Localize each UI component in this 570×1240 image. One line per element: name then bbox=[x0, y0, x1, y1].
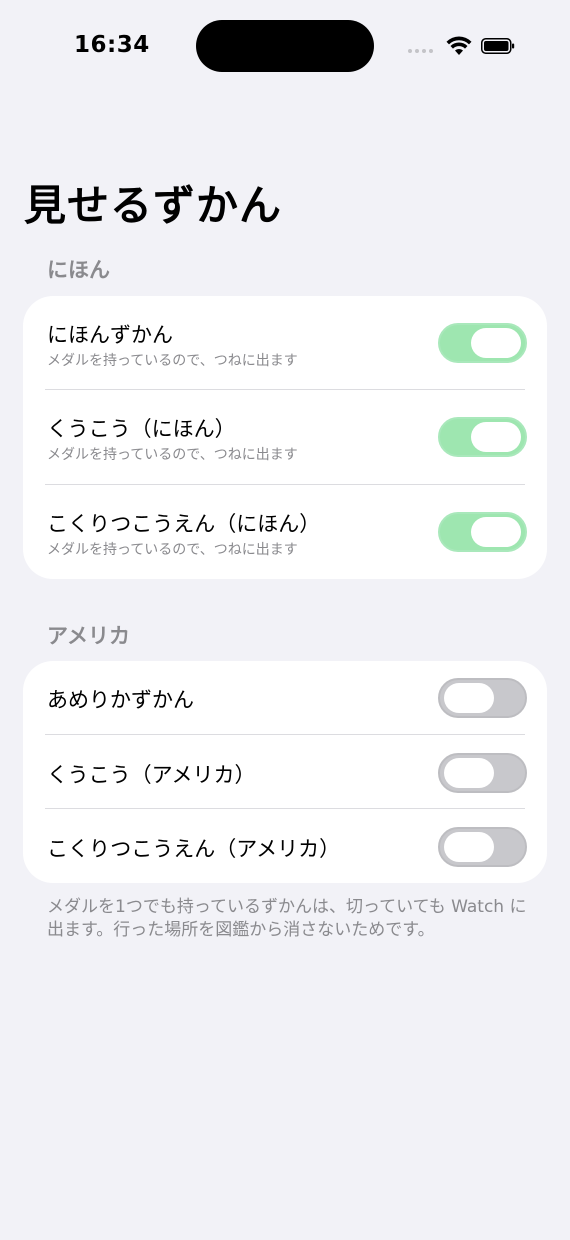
toggle-japan-national-park[interactable] bbox=[438, 512, 527, 552]
row-japan-airport[interactable]: くうこう（にほん） メダルを持っているので、つねに出ます bbox=[23, 390, 547, 485]
page-title: 見せるずかん bbox=[24, 181, 283, 230]
toggle-knob bbox=[471, 328, 521, 358]
row-america-airport[interactable]: くうこう（アメリカ） bbox=[23, 735, 547, 809]
row-subtitle: メダルを持っているので、つねに出ます bbox=[47, 447, 298, 463]
toggle-knob bbox=[471, 517, 521, 547]
section-header-japan: にほん bbox=[47, 258, 110, 282]
row-title: こくりつこうえん（にほん） bbox=[47, 512, 321, 536]
card-america: あめりかずかん くうこう（アメリカ） こくりつこうえん（アメリカ） bbox=[23, 661, 547, 883]
toggle-america-airport[interactable] bbox=[438, 753, 527, 793]
card-japan: にほんずかん メダルを持っているので、つねに出ます くうこう（にほん） メダルを… bbox=[23, 296, 547, 579]
row-america-national-park[interactable]: こくりつこうえん（アメリカ） bbox=[23, 809, 547, 883]
toggle-america-zukan[interactable] bbox=[438, 678, 527, 718]
row-title: にほんずかん bbox=[47, 323, 173, 347]
toggle-knob bbox=[444, 758, 494, 788]
dynamic-island bbox=[196, 20, 374, 72]
row-title: こくりつこうえん（アメリカ） bbox=[47, 837, 341, 861]
battery-icon bbox=[481, 38, 515, 54]
row-title: くうこう（アメリカ） bbox=[47, 763, 256, 787]
row-japan-national-park[interactable]: こくりつこうえん（にほん） メダルを持っているので、つねに出ます bbox=[23, 485, 547, 579]
toggle-knob bbox=[471, 422, 521, 452]
row-subtitle: メダルを持っているので、つねに出ます bbox=[47, 542, 298, 558]
footer-note: メダルを1つでも持っているずかんは、切っていても Watch に出ます。行った場… bbox=[47, 897, 527, 940]
row-subtitle: メダルを持っているので、つねに出ます bbox=[47, 353, 298, 369]
cellular-signal-icon bbox=[408, 49, 433, 53]
row-title: あめりかずかん bbox=[47, 688, 194, 712]
section-header-america: アメリカ bbox=[47, 624, 130, 648]
row-title: くうこう（にほん） bbox=[47, 417, 236, 441]
toggle-knob bbox=[444, 683, 494, 713]
status-bar: 16:34 bbox=[0, 0, 570, 90]
toggle-japan-zukan[interactable] bbox=[438, 323, 527, 363]
wifi-icon bbox=[446, 36, 472, 55]
row-america-zukan[interactable]: あめりかずかん bbox=[23, 661, 547, 735]
status-time: 16:34 bbox=[74, 32, 150, 58]
toggle-america-national-park[interactable] bbox=[438, 827, 527, 867]
row-japan-zukan[interactable]: にほんずかん メダルを持っているので、つねに出ます bbox=[23, 296, 547, 390]
toggle-knob bbox=[444, 832, 494, 862]
toggle-japan-airport[interactable] bbox=[438, 417, 527, 457]
